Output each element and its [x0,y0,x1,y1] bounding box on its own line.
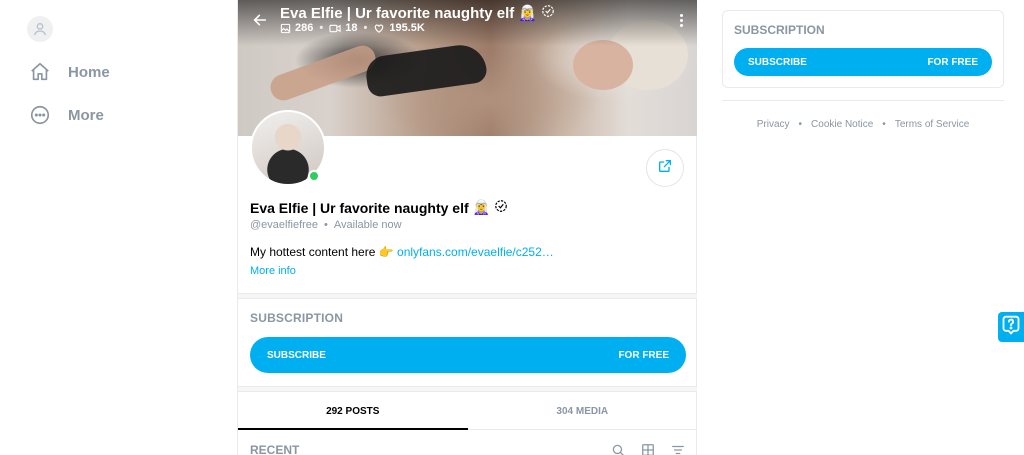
nav-item-label: More [68,106,104,124]
more-info-link[interactable]: More info [250,265,296,277]
profile-header-bar: Eva Elfie | Ur favorite naughty elf 🧝‍♀️… [238,0,697,46]
online-status-indicator [308,170,320,182]
profile-column: Eva Elfie | Ur favorite naughty elf 🧝‍♀️… [237,0,697,455]
section-divider [238,293,697,299]
profile-bio: My hottest content here 👉 onlyfans.com/e… [250,245,554,259]
footer-links: Privacy • Cookie Notice • Terms of Servi… [756,119,970,130]
back-arrow-icon[interactable] [248,8,272,32]
sidebar-subscribe-button[interactable]: SUBSCRIBE FOR FREE [734,48,992,76]
verified-icon [494,199,508,216]
profile-handle: @evaelfiefree [250,219,319,231]
photos-stat: 286 [280,22,313,34]
help-button[interactable] [998,312,1024,342]
kebab-menu-icon[interactable] [673,10,689,30]
recent-label: RECENT [250,443,300,455]
profile-stats: 286 • 18 • 195.5K [280,22,425,34]
help-icon [1001,314,1021,341]
sidebar-subscription-title: SUBSCRIPTION [734,23,825,37]
nav-item-label: Home [68,63,110,81]
terms-link[interactable]: Terms of Service [895,119,969,130]
availability-status: Available now [333,219,402,231]
search-icon[interactable] [610,442,626,455]
profile-name: Eva Elfie | Ur favorite naughty elf 🧝‍♀️ [250,199,508,216]
video-icon [329,24,341,32]
subscribe-button[interactable]: SUBSCRIBE FOR FREE [250,337,686,373]
heart-icon [375,24,384,33]
sidebar-divider [722,100,1004,101]
verified-icon [541,4,555,22]
privacy-link[interactable]: Privacy [757,119,790,130]
content-tabs: 292 POSTS 304 MEDIA [238,394,697,430]
elf-emoji: 🧝‍♀️ [518,5,537,22]
recent-header: RECENT [250,440,686,455]
subscription-card: SUBSCRIPTION SUBSCRIBE FOR FREE [722,10,1004,88]
left-nav: Home More [0,0,237,455]
share-button[interactable] [646,149,684,187]
page: Home More Eva Elfie | Ur favorite naught… [0,0,1024,455]
user-avatar-icon[interactable] [27,16,53,42]
image-icon [280,23,291,33]
likes-stat: 195.5K [373,22,425,34]
videos-stat: 18 [329,22,357,34]
cookie-notice-link[interactable]: Cookie Notice [811,119,873,130]
bio-link[interactable]: onlyfans.com/evaelfie/c252… [397,245,554,259]
home-icon [28,60,52,84]
share-icon [657,158,673,179]
nav-item-more[interactable]: More [28,102,104,128]
more-circle-icon [28,103,52,127]
subscription-title: SUBSCRIPTION [250,311,344,325]
nav-item-home[interactable]: Home [28,59,110,85]
sort-icon[interactable] [670,442,686,455]
header-title: Eva Elfie | Ur favorite naughty elf 🧝‍♀️ [280,4,555,22]
profile-handle-row: @evaelfiefree • Available now [250,219,402,231]
grid-view-icon[interactable] [640,442,656,455]
tab-posts[interactable]: 292 POSTS [238,394,468,430]
header-name: Eva Elfie | Ur favorite naughty elf [280,4,515,22]
section-divider [238,386,697,392]
tab-media[interactable]: 304 MEDIA [468,394,698,429]
